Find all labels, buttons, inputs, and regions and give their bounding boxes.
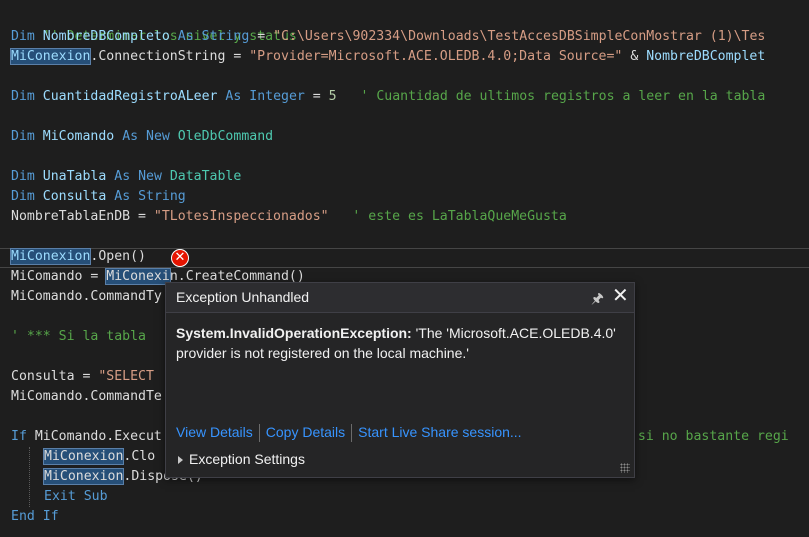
member-access: .ConnectionString = (90, 49, 250, 64)
exception-message: System.InvalidOperationException: 'The '… (176, 323, 616, 363)
identifier: Consulta (42, 189, 107, 204)
code-text: MiComando.CommandTe (11, 389, 162, 404)
identifier: MiComando (11, 269, 83, 284)
resize-grip-icon[interactable] (620, 463, 630, 473)
code-line-26[interactable]: End If (11, 507, 59, 527)
keyword: Exit Sub (44, 489, 108, 504)
popup-header: Exception Unhandled 🖈 ✕ (166, 283, 634, 313)
keyword: End If (11, 509, 59, 524)
number-literal: 5 (328, 89, 337, 104)
identifier: MiComando (42, 129, 115, 144)
operator: = (130, 209, 154, 224)
pin-icon[interactable]: 🖈 (591, 288, 604, 312)
code-line-13-current[interactable]: MiConexion.Open() (9, 247, 146, 267)
keyword: Dim (11, 189, 35, 204)
identifier-highlighted: MiConexi (105, 268, 171, 285)
code-line-23[interactable]: MiConexion.Clo (42, 447, 156, 467)
live-share-link[interactable]: Start Live Share session... (358, 424, 521, 440)
close-icon[interactable]: ✕ (612, 285, 629, 307)
code-text: MiComando.Execut (34, 429, 162, 444)
keyword: If (11, 429, 27, 444)
code-line-1[interactable]: '' Determinar los nivel y status (11, 7, 297, 44)
code-line-2[interactable]: Dim NombreDBCompleto As String = "C:\Use… (11, 27, 765, 47)
keyword: As (225, 89, 242, 104)
code-line-15[interactable]: MiComando.CommandTy (11, 287, 162, 307)
code-line-19[interactable]: Consulta = "SELECT (11, 367, 154, 387)
string-literal: "SELECT (98, 369, 154, 384)
code-line-25[interactable]: Exit Sub (44, 487, 108, 507)
code-line-17[interactable]: ' *** Si la tabla (11, 327, 146, 347)
string-literal: "C:\Users\902334\Downloads\TestAccesDBSi… (273, 29, 766, 44)
operator: = (249, 29, 274, 44)
keyword: Dim (11, 169, 35, 184)
keyword: Dim (11, 89, 35, 104)
keyword: As (114, 189, 131, 204)
method-call: .Open() (90, 249, 146, 264)
identifier: NombreDBCompleto (42, 29, 170, 44)
identifier: NombreDBComplet (646, 49, 766, 64)
code-text: MiComando.CommandTy (11, 289, 162, 304)
identifier: NombreTablaEnDB (11, 209, 131, 224)
error-icon[interactable]: ✕ (171, 249, 189, 267)
type-name: OleDbCommand (177, 129, 274, 144)
code-line-7[interactable]: Dim MiComando As New OleDbCommand (11, 127, 273, 147)
string-literal: "TLotesInspeccionados" (153, 209, 329, 224)
exception-type: System.InvalidOperationException: (176, 325, 412, 341)
comment: ' Cuantidad de ultimos registros a leer … (360, 89, 766, 104)
identifier-highlighted: MiConexion (9, 48, 92, 65)
comment: ' *** Si la tabla (11, 329, 146, 344)
code-line-3[interactable]: MiConexion.ConnectionString = "Provider=… (9, 47, 766, 67)
keyword: Integer (249, 89, 305, 104)
method-call: .Clo (123, 449, 156, 464)
identifier-highlighted: MiConexion (42, 468, 125, 485)
popup-actions: View Details Copy Details Start Live Share… (176, 424, 522, 443)
code-line-22[interactable]: If MiComando.Execut (11, 427, 162, 447)
identifier-highlighted: MiConexion (42, 448, 125, 465)
popup-title: Exception Unhandled (176, 289, 310, 305)
type-name: DataTable (169, 169, 242, 184)
code-line-22-comment-tail: r si no bastante regi (622, 429, 789, 444)
comment: ' este es LaTablaQueMeGusta (352, 209, 567, 224)
keyword: Dim (11, 129, 35, 144)
keyword: As New (122, 129, 170, 144)
separator (351, 424, 353, 443)
code-line-20[interactable]: MiComando.CommandTe (11, 387, 162, 407)
keyword: String (201, 29, 250, 44)
exception-settings-expander[interactable]: Exception Settings (178, 451, 305, 467)
string-literal: "Provider=Microsoft.ACE.OLEDB.4.0;Data S… (249, 49, 623, 64)
copy-details-link[interactable]: Copy Details (266, 424, 345, 440)
exception-settings-label: Exception Settings (189, 451, 305, 467)
code-line-9[interactable]: Dim UnaTabla As New DataTable (11, 167, 241, 187)
expand-triangle-icon (178, 456, 183, 465)
keyword: As New (114, 169, 162, 184)
code-line-5[interactable]: Dim CuantidadRegistroALeer As Integer = … (11, 87, 765, 107)
operator: & (622, 49, 647, 64)
keyword: Dim (11, 29, 35, 44)
code-line-10[interactable]: Dim Consulta As String (11, 187, 186, 207)
keyword: As (177, 29, 194, 44)
code-line-11[interactable]: NombreTablaEnDB = "TLotesInspeccionados"… (11, 207, 567, 227)
identifier: UnaTabla (42, 169, 107, 184)
keyword: String (138, 189, 186, 204)
separator (258, 424, 260, 443)
view-details-link[interactable]: View Details (176, 424, 253, 440)
operator: = (304, 89, 329, 104)
operator: = (82, 269, 107, 284)
identifier-highlighted: MiConexion (9, 248, 92, 265)
indent-guide (29, 447, 30, 507)
exception-helper-popup[interactable]: Exception Unhandled 🖈 ✕ System.InvalidOp… (165, 282, 635, 478)
identifier: CuantidadRegistroALeer (42, 89, 218, 104)
code-text: Consulta = (11, 369, 99, 384)
